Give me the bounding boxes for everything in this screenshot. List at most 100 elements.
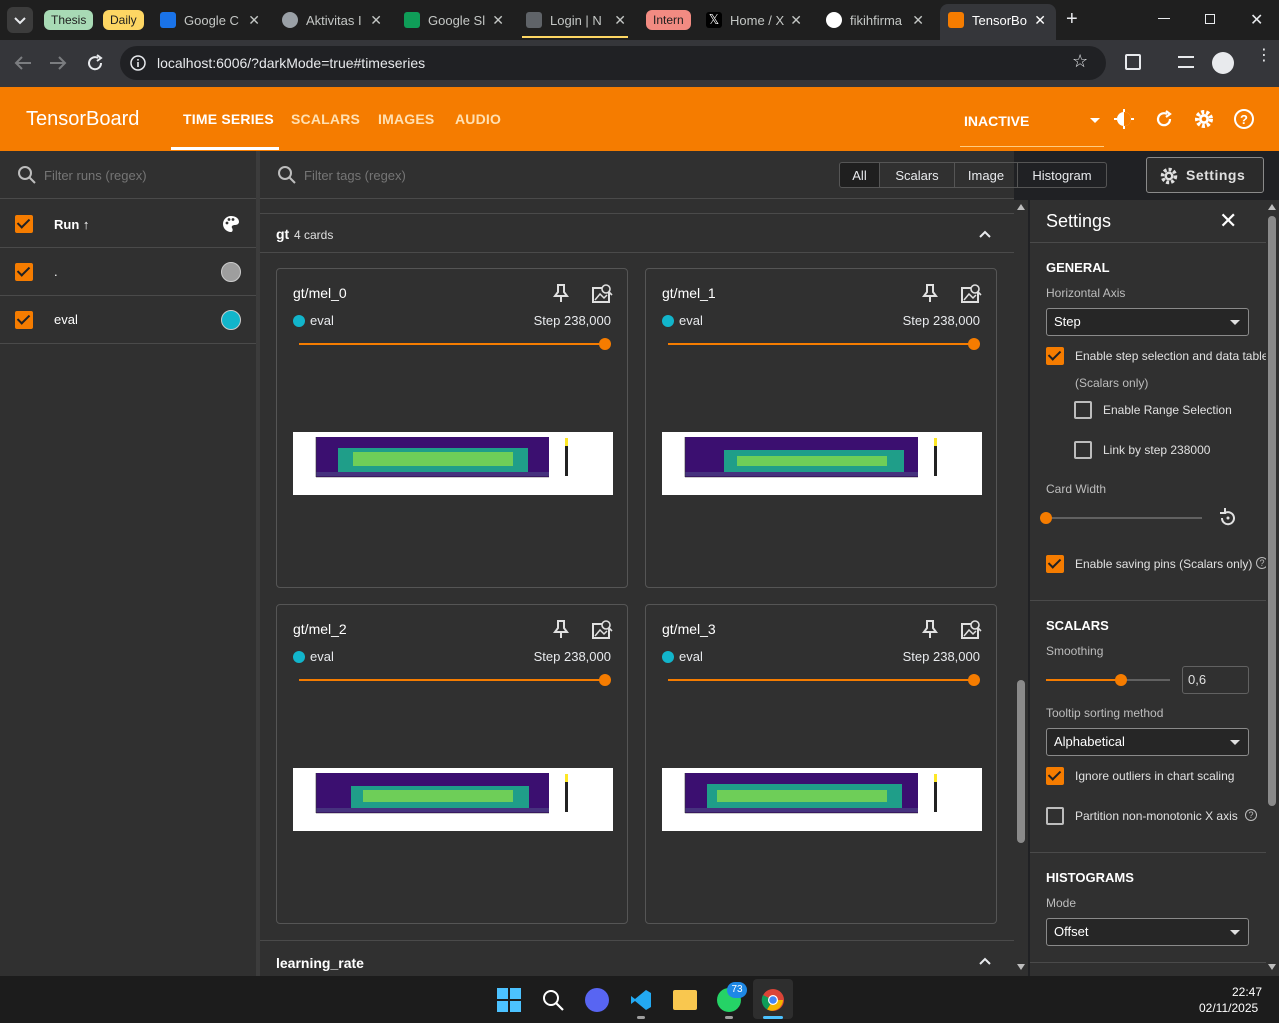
histogram-mode-select[interactable]: Offset <box>1046 918 1249 946</box>
tab-aktivitas[interactable]: Aktivitas I ✕ <box>282 6 382 34</box>
tab-images[interactable]: IMAGES <box>378 111 434 127</box>
spectrogram-image[interactable] <box>662 432 982 495</box>
reload-icon[interactable] <box>85 53 105 73</box>
media-control-icon[interactable] <box>1178 56 1194 68</box>
tab-group-daily[interactable]: Daily <box>103 10 144 30</box>
inactive-plugins-dropdown[interactable]: INACTIVE <box>960 101 1104 147</box>
bookmark-star-icon[interactable]: ☆ <box>1072 51 1088 72</box>
settings-toggle-button[interactable]: Settings <box>1146 157 1264 193</box>
spectrogram-image[interactable] <box>293 432 613 495</box>
fullscreen-image-icon[interactable] <box>591 619 613 641</box>
step-slider-thumb[interactable] <box>968 338 980 350</box>
tab-group-intern[interactable]: Intern <box>646 10 691 30</box>
tab-login[interactable]: Login | N ✕ <box>526 6 626 34</box>
scrollbar-thumb[interactable] <box>1268 216 1276 806</box>
discord-icon[interactable] <box>585 988 609 1012</box>
spectrogram-image[interactable] <box>662 768 982 831</box>
tooltip-sorting-select[interactable]: Alphabetical <box>1046 728 1249 756</box>
spectrogram-image[interactable] <box>293 768 613 831</box>
close-icon[interactable]: ✕ <box>1034 12 1046 29</box>
profile-avatar[interactable] <box>1212 52 1234 74</box>
search-icon[interactable] <box>541 988 565 1012</box>
extensions-icon[interactable] <box>1125 54 1141 70</box>
palette-icon[interactable] <box>221 214 241 234</box>
link-by-step-checkbox[interactable] <box>1074 441 1092 459</box>
pin-icon[interactable] <box>551 283 571 303</box>
tab-group-thesis[interactable]: Thesis <box>44 10 94 30</box>
run-row-eval[interactable]: eval <box>0 296 256 344</box>
close-icon[interactable]: ✕ <box>492 12 504 29</box>
site-info-icon[interactable] <box>130 55 146 71</box>
fullscreen-image-icon[interactable] <box>591 283 613 305</box>
scroll-up-arrow[interactable] <box>1017 204 1025 210</box>
file-explorer-icon[interactable] <box>673 990 697 1010</box>
clock-time[interactable]: 22:47 <box>1232 985 1262 999</box>
smoothing-slider-thumb[interactable] <box>1115 674 1127 686</box>
fullscreen-image-icon[interactable] <box>960 283 982 305</box>
close-settings-icon[interactable]: ✕ <box>1219 208 1237 234</box>
tab-search-button[interactable] <box>7 7 33 33</box>
scrollbar-thumb[interactable] <box>1017 680 1025 843</box>
minimize-button[interactable] <box>1158 18 1170 19</box>
tab-scalars[interactable]: SCALARS <box>291 111 360 127</box>
run-color-swatch[interactable] <box>221 310 241 330</box>
close-icon[interactable]: ✕ <box>370 12 382 29</box>
new-tab-button[interactable]: + <box>1066 8 1078 31</box>
smoothing-input[interactable]: 0,6 <box>1182 666 1249 694</box>
scroll-down-arrow[interactable] <box>1017 964 1025 970</box>
maximize-button[interactable] <box>1205 14 1215 24</box>
pin-icon[interactable] <box>920 619 940 639</box>
step-slider-thumb[interactable] <box>968 674 980 686</box>
select-all-runs-checkbox[interactable] <box>15 215 33 233</box>
url-text[interactable]: localhost:6006/?darkMode=true#timeseries <box>157 55 425 71</box>
settings-scrollbar[interactable] <box>1266 200 1279 976</box>
whatsapp-icon[interactable]: 73 <box>717 982 747 1012</box>
tab-github[interactable]: fikihfirma ✕ <box>826 6 924 34</box>
card-width-slider-track[interactable] <box>1046 517 1202 519</box>
address-bar[interactable]: localhost:6006/?darkMode=true#timeseries… <box>120 46 1106 80</box>
tags-filter-input[interactable] <box>304 165 604 185</box>
settings-gear-icon[interactable] <box>1193 108 1215 130</box>
step-slider-track[interactable] <box>668 343 974 345</box>
group-header-learning-rate[interactable]: learning_rate <box>260 940 1014 976</box>
runs-filter-input[interactable] <box>44 165 244 185</box>
fullscreen-image-icon[interactable] <box>960 619 982 641</box>
vscode-icon[interactable] <box>629 988 653 1012</box>
enable-range-selection-checkbox[interactable] <box>1074 401 1092 419</box>
close-icon[interactable]: ✕ <box>912 12 924 29</box>
back-icon[interactable] <box>13 54 33 72</box>
scroll-down-arrow[interactable] <box>1268 964 1276 970</box>
run-column-header[interactable]: Run ↑ <box>54 217 89 232</box>
group-header-gt[interactable]: gt 4 cards <box>260 213 1014 253</box>
enable-saving-pins-checkbox[interactable] <box>1046 555 1064 573</box>
tab-google-sheets[interactable]: Google Sl ✕ <box>404 6 504 34</box>
chip-histogram[interactable]: Histogram <box>1017 162 1107 188</box>
card-width-slider-thumb[interactable] <box>1040 512 1052 524</box>
help-icon[interactable]: ? <box>1256 557 1266 569</box>
chrome-icon[interactable] <box>761 988 785 1012</box>
step-slider-track[interactable] <box>299 679 605 681</box>
clock-date[interactable]: 02/11/2025 <box>1199 1001 1258 1015</box>
windows-start-icon[interactable] <box>497 988 521 1012</box>
scroll-up-arrow[interactable] <box>1268 204 1276 210</box>
tab-home-x[interactable]: 𝕏 Home / X ✕ <box>706 6 802 34</box>
runs-filter[interactable] <box>0 151 256 199</box>
refresh-icon[interactable] <box>1154 109 1174 129</box>
close-icon[interactable]: ✕ <box>790 12 802 29</box>
enable-step-selection-checkbox[interactable] <box>1046 347 1064 365</box>
tab-tensorboard[interactable]: TensorBo ✕ <box>948 6 1046 34</box>
run-checkbox[interactable] <box>15 263 33 281</box>
tab-time-series[interactable]: TIME SERIES <box>183 111 274 127</box>
run-checkbox[interactable] <box>15 311 33 329</box>
dark-mode-icon[interactable] <box>1113 108 1135 130</box>
forward-icon[interactable] <box>48 54 68 72</box>
tab-google-calendar[interactable]: Google C ✕ <box>160 6 260 34</box>
chip-all[interactable]: All <box>839 162 880 188</box>
reset-icon[interactable] <box>1217 507 1239 529</box>
pin-icon[interactable] <box>920 283 940 303</box>
partition-checkbox[interactable] <box>1046 807 1064 825</box>
chevron-up-icon[interactable] <box>977 953 993 969</box>
run-color-swatch[interactable] <box>221 262 241 282</box>
help-icon[interactable]: ? <box>1245 809 1257 821</box>
chrome-menu-icon[interactable]: ⋮ <box>1256 48 1272 64</box>
